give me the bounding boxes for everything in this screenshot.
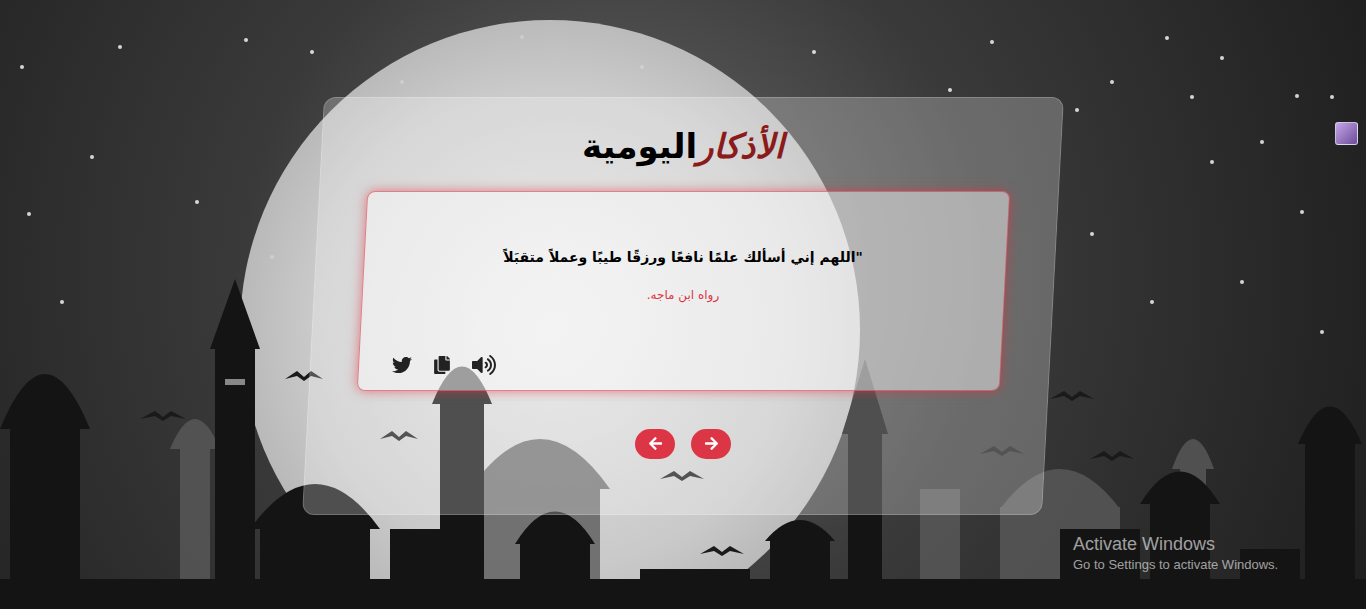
star-icon	[1210, 160, 1214, 164]
activation-watermark: Activate WindowsGo to Settings to activa…	[1073, 532, 1278, 574]
copy-button[interactable]	[430, 353, 454, 377]
arrow-right-icon	[704, 436, 719, 451]
star-icon	[1320, 330, 1324, 334]
star-icon	[948, 88, 952, 92]
star-icon	[1240, 280, 1244, 284]
page: الأذكاراليومية "اللهم إني أسألك علمًا ناف…	[0, 0, 1366, 609]
star-icon	[1220, 56, 1224, 60]
star-icon	[27, 212, 31, 216]
star-icon	[1260, 140, 1264, 144]
star-icon	[20, 65, 24, 69]
tweet-button[interactable]	[390, 353, 414, 377]
title-highlight: الأذكار	[697, 123, 784, 171]
star-icon	[244, 38, 248, 42]
star-icon	[90, 155, 94, 159]
star-icon	[1110, 80, 1114, 84]
star-icon	[990, 40, 994, 44]
previous-button[interactable]	[635, 429, 675, 459]
glass-card: الأذكاراليومية "اللهم إني أسألك علمًا ناف…	[313, 97, 1053, 515]
watermark-title: Activate Windows	[1073, 532, 1278, 556]
star-icon	[1300, 210, 1304, 214]
star-icon	[1090, 232, 1094, 236]
dhikr-source: رواه ابن ماجه.	[390, 286, 977, 304]
dhikr-card: "اللهم إني أسألك علمًا نافعًا ورزقًا طيب…	[362, 191, 1005, 391]
arrow-left-icon	[648, 436, 663, 451]
star-icon	[812, 50, 816, 54]
twitter-icon	[392, 355, 412, 375]
star-icon	[60, 300, 64, 304]
star-icon	[1165, 36, 1169, 40]
speaker-icon	[472, 354, 496, 376]
star-icon	[195, 200, 199, 204]
star-icon	[1190, 95, 1194, 99]
watermark-subtitle: Go to Settings to activate Windows.	[1073, 556, 1278, 574]
title-rest: اليومية	[582, 123, 697, 171]
star-icon	[1295, 94, 1299, 98]
star-icon	[1075, 108, 1079, 112]
page-title: الأذكاراليومية	[582, 123, 784, 171]
copy-icon	[433, 356, 451, 374]
top-right-widget-icon[interactable]	[1335, 122, 1358, 145]
dhikr-text: "اللهم إني أسألك علمًا نافعًا ورزقًا طيب…	[390, 247, 977, 268]
speak-button[interactable]	[470, 353, 498, 377]
star-icon	[118, 45, 122, 49]
star-icon	[310, 50, 314, 54]
star-icon	[1330, 95, 1334, 99]
star-icon	[1150, 300, 1154, 304]
next-button[interactable]	[691, 429, 731, 459]
